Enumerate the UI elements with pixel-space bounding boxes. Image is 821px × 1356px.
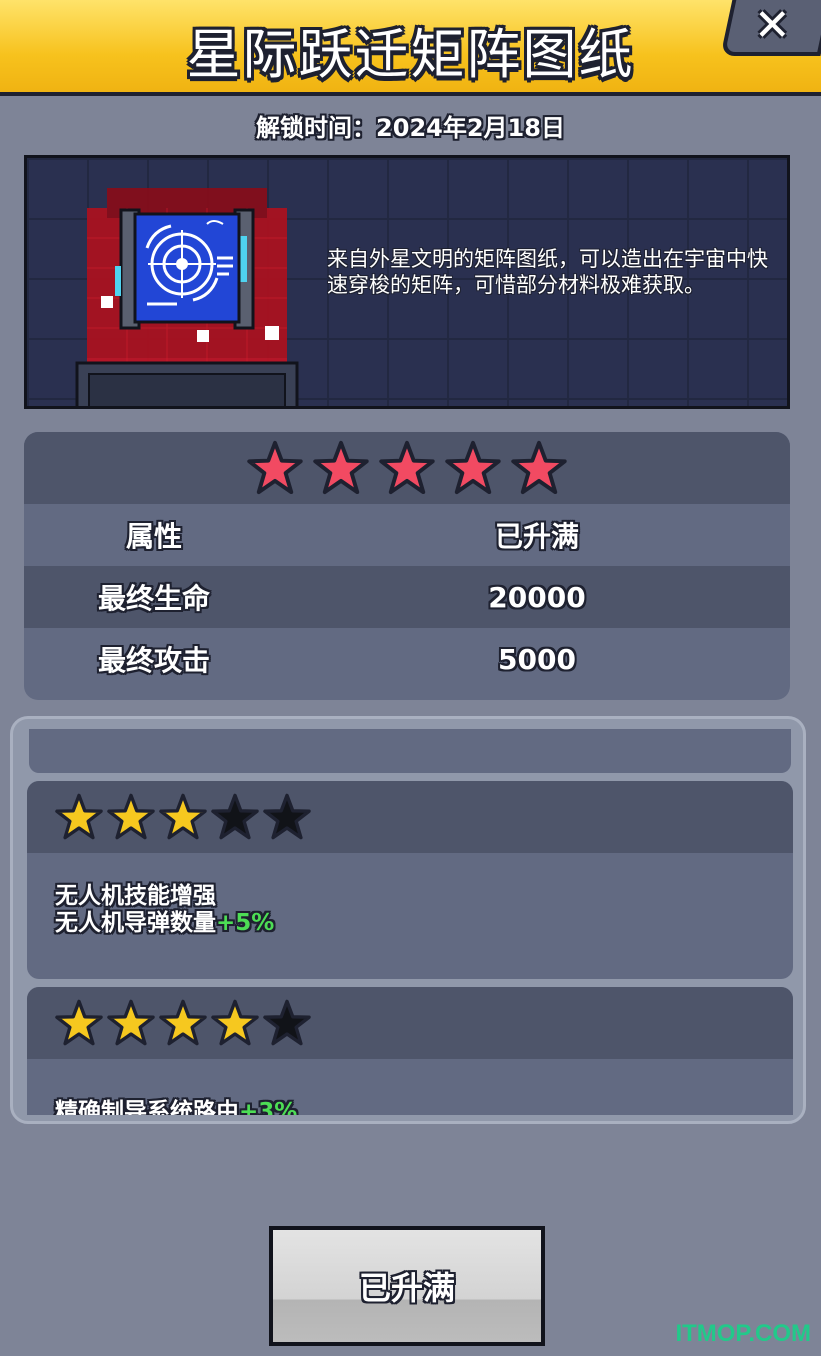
stat-row-attack: 最终攻击 5000: [24, 628, 790, 690]
skill-bonus: +5%: [216, 910, 275, 936]
stat-value: 20000: [488, 580, 586, 614]
stat-row-life: 最终生命 20000: [24, 566, 790, 628]
unlock-time: 解锁时间：2024年2月18日: [256, 114, 565, 142]
star-icon: [247, 440, 303, 495]
watermark: ITMOP.COM: [675, 1320, 811, 1347]
stat-value: 5000: [498, 642, 576, 676]
header-bar: 星际跃迁矩阵图纸: [0, 0, 821, 96]
star-icon: [445, 440, 501, 495]
skill-line: 无人机技能增强: [55, 883, 216, 909]
stat-label: 最终生命: [97, 582, 210, 615]
star-rating: [24, 432, 790, 504]
skill-line-text: 无人机导弹数量: [55, 910, 216, 936]
page-title: 星际跃迁矩阵图纸: [186, 23, 635, 86]
close-icon[interactable]: ✕: [754, 0, 791, 51]
skill-description: 无人机技能增强 无人机导弹数量+5%: [27, 853, 793, 937]
item-image-panel: 来自外星文明的矩阵图纸，可以造出在宇宙中快速穿梭的矩阵，可惜部分材料极难获取。: [24, 155, 790, 409]
skill-star-rating: [27, 987, 793, 1059]
star-empty-icon: [263, 793, 311, 840]
stats-header-row: 属性 已升满: [24, 504, 790, 566]
skills-scroll-panel[interactable]: 无人机技能增强 无人机导弹数量+5% 精确制导系统路由+3%: [10, 716, 806, 1124]
stat-label: 最终攻击: [97, 644, 210, 677]
star-filled-icon: [159, 999, 207, 1046]
skill-bonus: +3%: [239, 1099, 298, 1115]
skill-card: 精确制导系统路由+3%: [27, 987, 793, 1115]
blueprint-icon: [75, 188, 299, 406]
stats-panel: 属性 已升满 最终生命 20000 最终攻击 5000: [24, 432, 790, 700]
skill-star-rating: [27, 781, 793, 853]
item-description: 来自外星文明的矩阵图纸，可以造出在宇宙中快速穿梭的矩阵，可惜部分材料极难获取。: [327, 247, 768, 297]
star-icon: [511, 440, 567, 495]
star-filled-icon: [107, 999, 155, 1046]
star-filled-icon: [159, 793, 207, 840]
skill-line: 精确制导系统路由+3%: [55, 1099, 793, 1115]
star-icon: [379, 440, 435, 495]
star-icon: [313, 440, 369, 495]
star-filled-icon: [211, 999, 259, 1046]
skill-line: 无人机导弹数量+5%: [55, 910, 793, 937]
star-filled-icon: [55, 793, 103, 840]
skill-description: 精确制导系统路由+3%: [27, 1059, 793, 1115]
star-empty-icon: [263, 999, 311, 1046]
attribute-header: 属性: [125, 520, 182, 553]
maxed-button[interactable]: 已升满: [269, 1226, 545, 1346]
skill-card-partial: [29, 729, 791, 773]
skills-list[interactable]: 无人机技能增强 无人机导弹数量+5% 精确制导系统路由+3%: [27, 729, 793, 1115]
star-filled-icon: [55, 999, 103, 1046]
star-empty-icon: [211, 793, 259, 840]
skill-line-text: 精确制导系统路由: [55, 1099, 239, 1115]
star-filled-icon: [107, 793, 155, 840]
close-button[interactable]: ✕: [720, 0, 821, 56]
skill-card: 无人机技能增强 无人机导弹数量+5%: [27, 781, 793, 979]
level-header: 已升满: [494, 520, 579, 553]
